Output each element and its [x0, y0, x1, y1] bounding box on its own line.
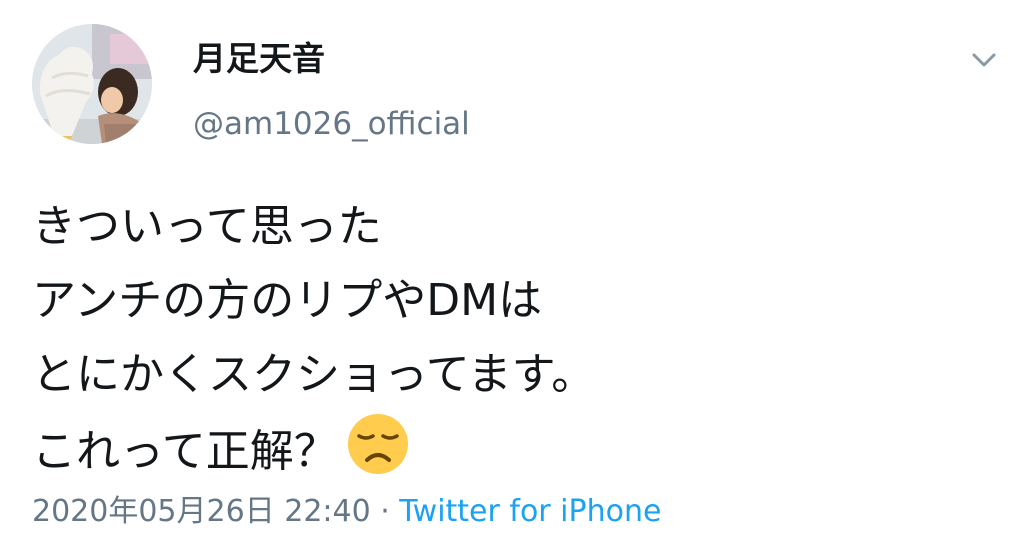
tweet-text-line: アンチの方のリプやDMは	[32, 275, 543, 326]
tweet-card: 月足天音 @am1026_official きついって思った アンチの方のリプや…	[0, 0, 1024, 554]
meta-separator: ·	[370, 494, 400, 529]
timestamp[interactable]: 2020年05月26日 22:40	[32, 494, 371, 529]
tweet-text: きついって思った アンチの方のリプやDMは とにかくスクショってます。 これって…	[32, 190, 992, 499]
source-link[interactable]: Twitter for iPhone	[399, 494, 661, 529]
tweet-menu-button[interactable]	[964, 44, 1004, 76]
tweet-text-line: とにかくスクショってます。	[32, 349, 596, 400]
tweet-meta: 2020年05月26日 22:40 · Twitter for iPhone	[32, 490, 661, 534]
tweet-text-line: きついって思った	[32, 201, 382, 252]
avatar[interactable]	[32, 24, 152, 144]
chevron-down-icon	[972, 53, 996, 67]
tweet-text-line-last: これって正解？	[32, 412, 992, 499]
tweet-text-segment: これって正解？	[32, 426, 338, 477]
profile-photo-icon	[32, 24, 152, 144]
disappointed-face-icon	[346, 412, 410, 499]
display-name[interactable]: 月足天音	[193, 36, 325, 82]
user-handle[interactable]: @am1026_official	[193, 102, 470, 146]
